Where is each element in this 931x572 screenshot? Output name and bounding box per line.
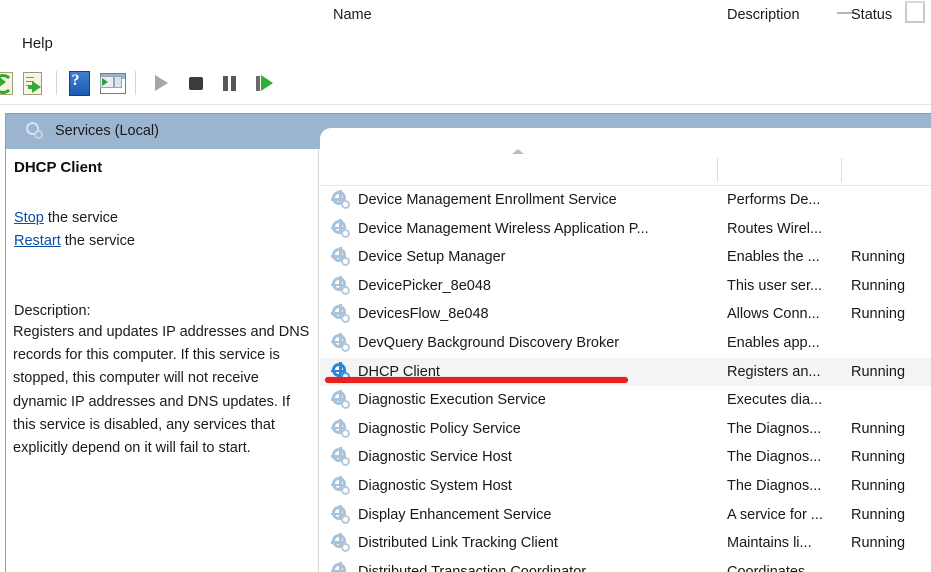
service-gear-icon (331, 190, 351, 210)
service-gear-icon (331, 390, 351, 410)
service-gear-icon (331, 332, 351, 353)
action-stop-service: Stop the service (14, 208, 118, 228)
service-gear-icon (331, 447, 351, 467)
cell-service-status: Running (851, 420, 906, 437)
cell-service-description: The Diagnos... (727, 420, 822, 437)
cell-service-description: A service for ... (727, 506, 823, 523)
cell-service-status: Running (851, 449, 906, 466)
cell-service-description: The Diagnos... (727, 477, 822, 494)
cell-service-description: Routes Wirel... (727, 220, 823, 237)
cell-service-name: Diagnostic System Host (358, 477, 512, 494)
cell-service-status: Running (851, 277, 906, 294)
help-icon[interactable]: ? (65, 69, 93, 97)
cell-service-name: Distributed Transaction Coordinator (358, 563, 587, 572)
column-header-description[interactable]: Description (727, 6, 800, 25)
detail-service-name: DHCP Client (14, 159, 103, 176)
start-service-icon[interactable] (148, 69, 176, 97)
table-row[interactable]: Diagnostic Policy Service The Diagnos... R… (320, 415, 931, 444)
table-row[interactable]: Device Management Enrollment Service Perf… (320, 186, 931, 215)
description-text: Registers and updates IP addresses and D… (13, 324, 310, 457)
cell-service-name: Display Enhancement Service (358, 506, 552, 523)
cell-service-name: DevicesFlow_8e048 (358, 306, 489, 323)
cell-service-status: Running (851, 477, 906, 494)
cell-service-description: This user ser... (727, 277, 823, 294)
service-gear-icon (331, 418, 351, 439)
cell-service-name: Diagnostic Service Host (358, 449, 512, 466)
toolbar-separator (135, 71, 136, 95)
cell-service-status: Running (851, 249, 906, 266)
stop-service-suffix: the service (43, 210, 118, 226)
list-column-header (320, 155, 931, 186)
scope-title: Services (Local) (55, 123, 159, 139)
cell-service-name: Diagnostic Execution Service (358, 392, 546, 409)
cell-service-status: Running (851, 306, 906, 323)
table-row[interactable]: Diagnostic Service Host The Diagnos... Run… (320, 443, 931, 472)
service-gear-icon (331, 533, 351, 553)
table-row[interactable]: Diagnostic Execution Service Executes dia… (320, 386, 931, 415)
menu-item-help[interactable]: Help (18, 32, 57, 56)
cell-service-description: Enables app... (727, 334, 820, 351)
table-row[interactable]: Display Enhancement Service A service for… (320, 501, 931, 530)
red-underline-annotation (325, 377, 628, 383)
cell-service-name: Distributed Link Tracking Client (358, 535, 558, 552)
action-restart-service: Restart the service (14, 231, 135, 251)
cell-service-description: The Diagnos... (727, 449, 822, 466)
column-divider[interactable] (717, 158, 718, 182)
table-row[interactable]: Diagnostic System Host The Diagnos... Runn… (320, 472, 931, 501)
service-gear-icon (331, 475, 351, 496)
table-row[interactable]: Device Management Wireless Application P… (320, 215, 931, 244)
column-divider[interactable] (841, 158, 842, 182)
column-header-name[interactable]: Name (333, 6, 372, 25)
table-row[interactable]: DevQuery Background Discovery Broker Enab… (320, 329, 931, 358)
menu-bar: Help (0, 26, 931, 62)
cell-service-name: Device Management Wireless Application P… (358, 220, 649, 237)
cell-service-status: Running (851, 506, 906, 523)
service-gear-icon (331, 275, 351, 296)
cell-service-status: Running (851, 363, 906, 380)
services-gear-icon (26, 122, 46, 142)
stop-service-link[interactable]: Stop (14, 210, 44, 226)
service-gear-icon (331, 304, 351, 324)
service-gear-icon (331, 561, 351, 572)
cell-service-description: Allows Conn... (727, 306, 820, 323)
cell-service-name: DevQuery Background Discovery Broker (358, 334, 620, 351)
cell-service-description: Enables the ... (727, 249, 820, 266)
cell-service-description: Coordinates... (727, 563, 818, 572)
pause-service-icon[interactable] (216, 69, 244, 97)
table-row[interactable]: DevicesFlow_8e048 Allows Conn... Running (320, 300, 931, 329)
cell-service-name: Device Setup Manager (358, 249, 506, 266)
export-list-icon[interactable] (20, 69, 48, 97)
table-row[interactable]: DevicePicker_8e048 This user ser... Runnin… (320, 272, 931, 301)
table-row[interactable]: Distributed Link Tracking Client Maintain… (320, 529, 931, 558)
service-gear-icon (331, 218, 351, 239)
restart-service-suffix: the service (60, 233, 135, 249)
cell-service-name: Device Management Enrollment Service (358, 192, 617, 208)
table-row[interactable]: Device Setup Manager Enables the ... Runni… (320, 243, 931, 272)
cell-service-description: Registers an... (727, 363, 821, 380)
toolbar: ? (0, 62, 931, 105)
sort-ascending-icon (512, 147, 524, 155)
stop-service-icon[interactable] (182, 69, 210, 97)
description-label: Description: (14, 303, 91, 319)
cell-service-description: Maintains li... (727, 535, 812, 552)
services-window: Help ? Services (Local) DHCP Client Stop… (0, 0, 931, 572)
restart-service-link[interactable]: Restart (14, 233, 61, 249)
cell-service-description: Executes dia... (727, 392, 823, 409)
cell-service-name: Diagnostic Policy Service (358, 420, 521, 437)
show-hide-console-tree-icon[interactable] (98, 69, 126, 97)
maximize-icon (905, 1, 925, 23)
cell-service-description: Performs De... (727, 192, 821, 208)
column-header-status[interactable]: Status (851, 6, 892, 25)
service-gear-icon (331, 504, 351, 525)
toolbar-separator (56, 71, 57, 95)
cell-service-status: Running (851, 535, 906, 552)
service-gear-icon (331, 247, 351, 267)
refresh-icon[interactable] (0, 69, 18, 97)
restart-service-icon[interactable] (250, 69, 278, 97)
maximize-button[interactable] (893, 0, 931, 26)
table-row[interactable]: Distributed Transaction Coordinator Coord… (320, 558, 931, 572)
cell-service-name: DevicePicker_8e048 (358, 277, 491, 294)
